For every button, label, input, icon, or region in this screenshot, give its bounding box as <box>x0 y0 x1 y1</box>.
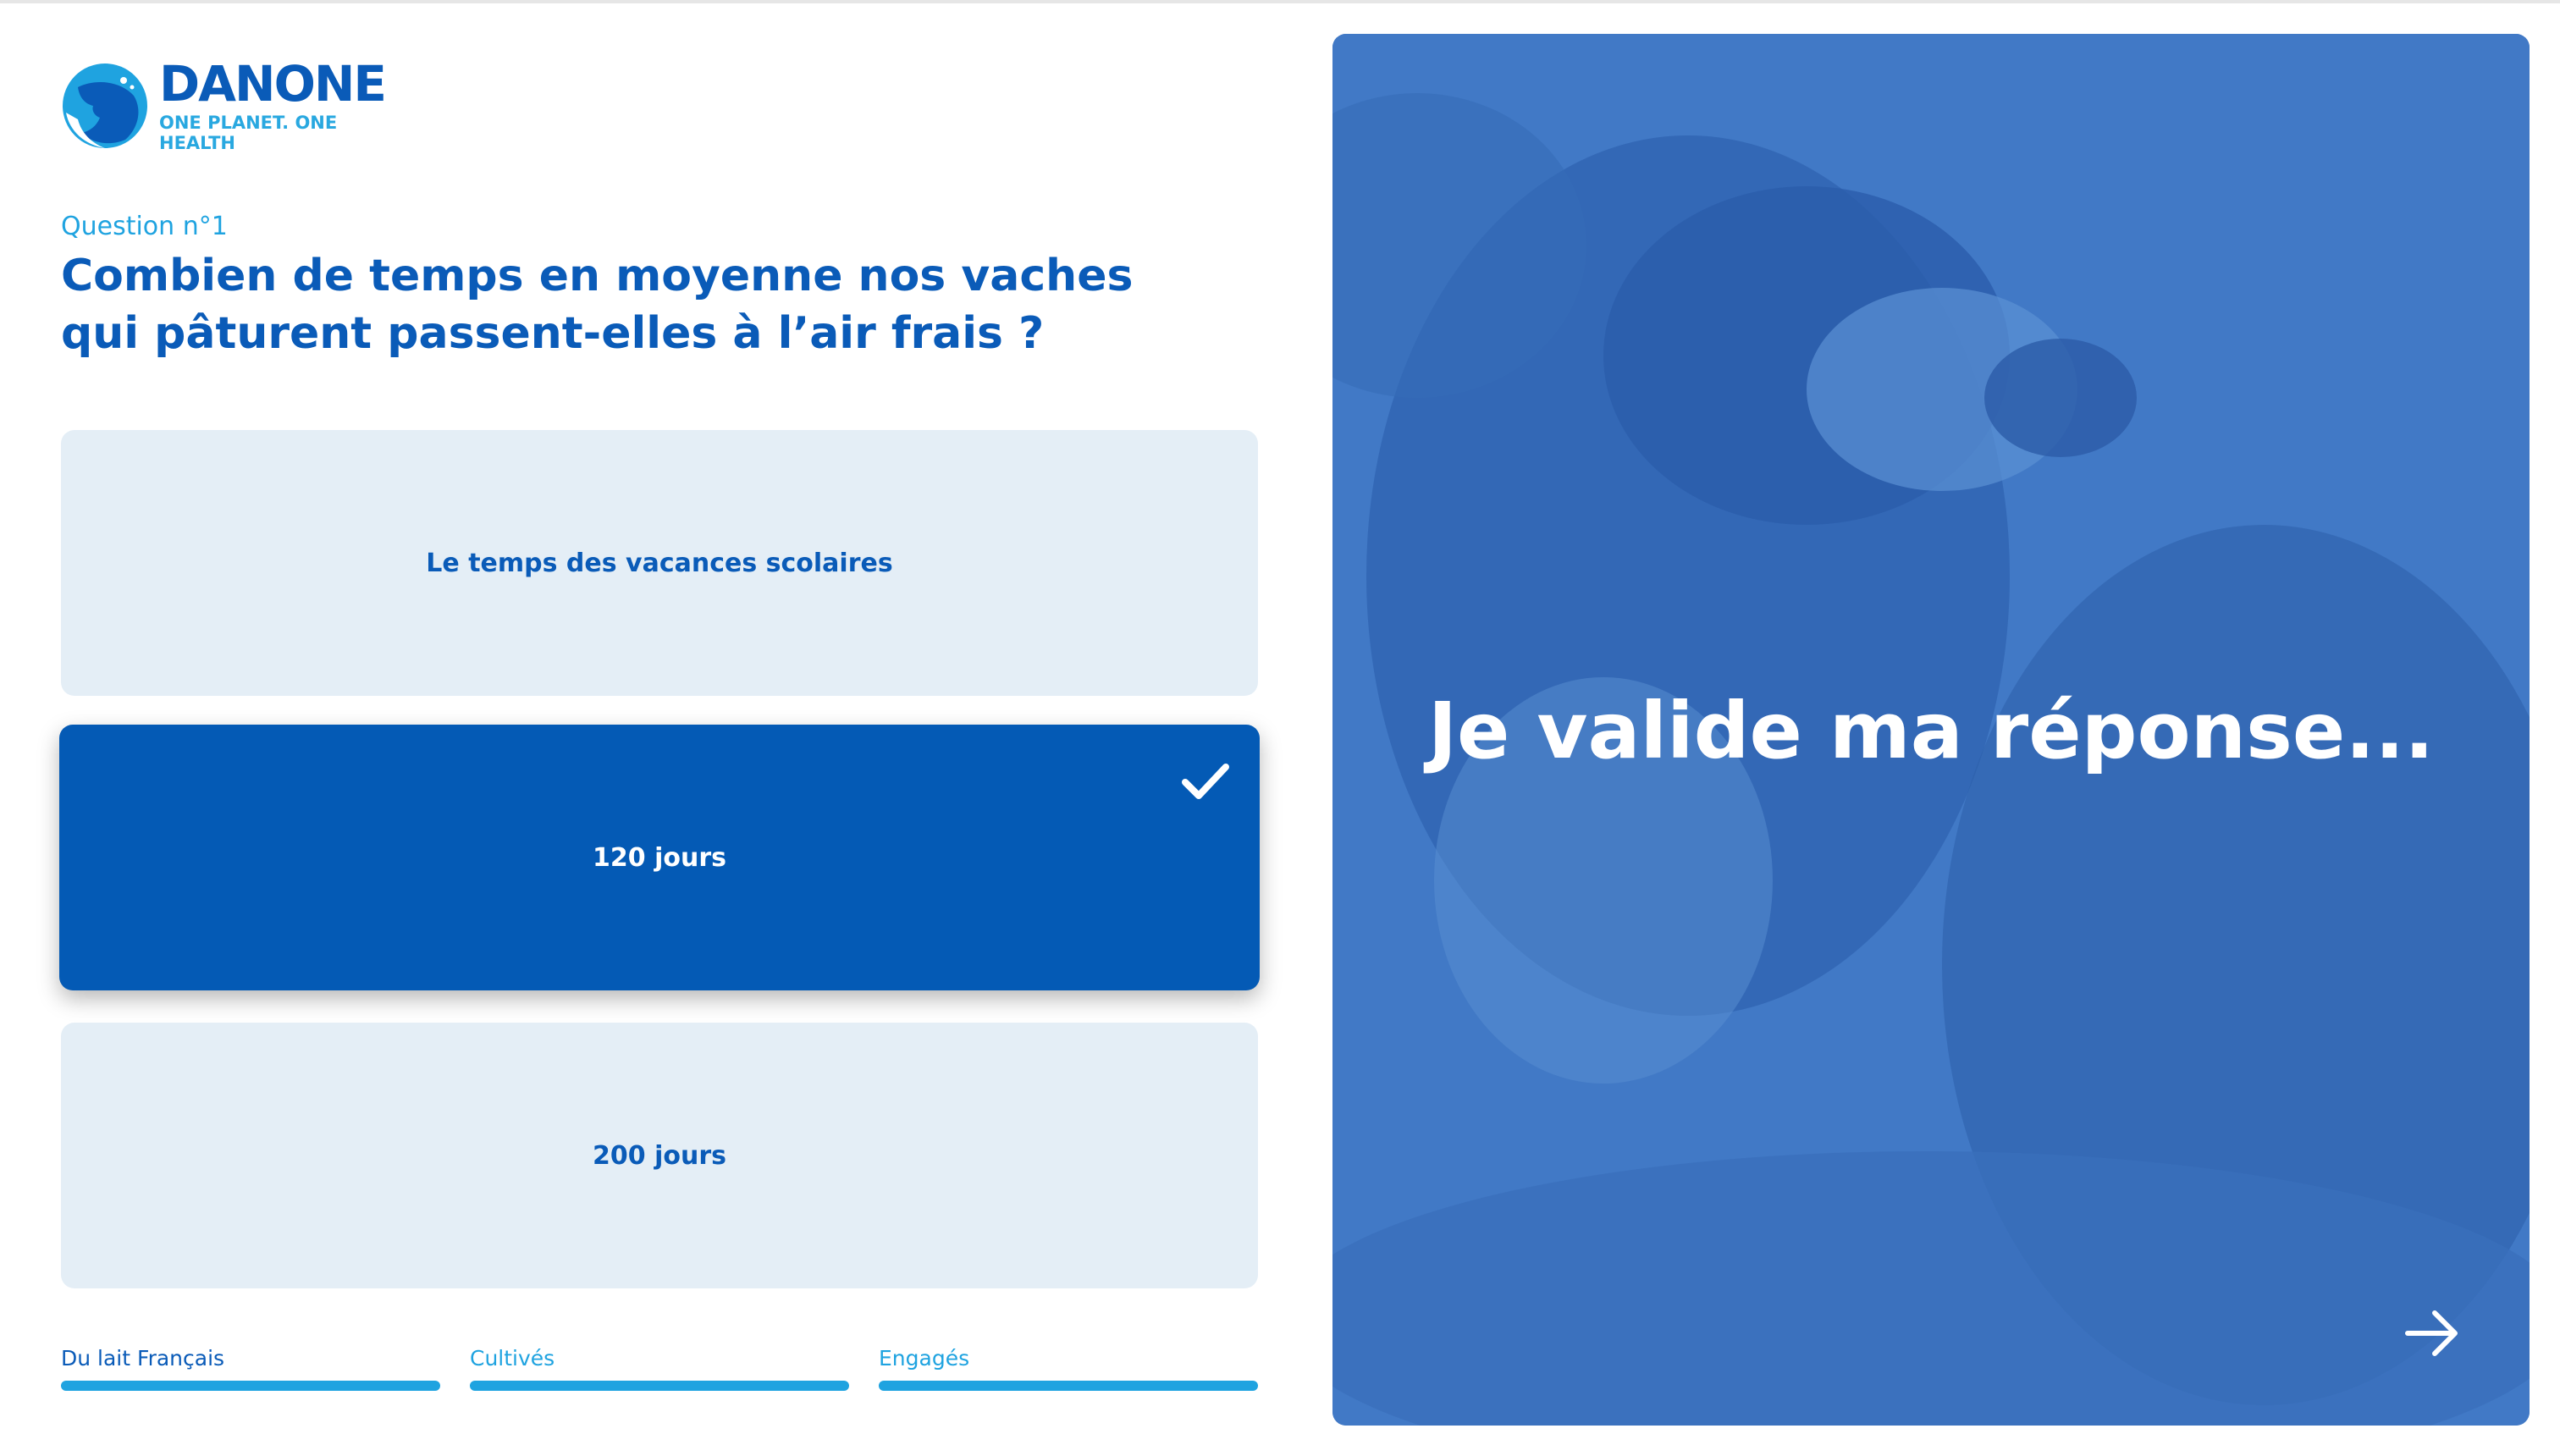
progress-step-1: Du lait Français <box>61 1346 440 1391</box>
answer-option-1[interactable]: Le temps des vacances scolaires <box>61 430 1258 696</box>
brand-tagline: ONE PLANET. ONE HEALTH <box>159 113 338 153</box>
answer-option-3[interactable]: 200 jours <box>61 1023 1258 1288</box>
answer-option-2[interactable]: 120 jours <box>59 725 1260 990</box>
answer-panel: Je valide ma réponse... <box>1332 34 2530 1426</box>
progress-bar <box>879 1381 1258 1391</box>
brand-name: DANONE <box>159 55 387 113</box>
progress-bar <box>61 1381 440 1391</box>
checkmark-icon <box>1182 764 1229 799</box>
progress-step-label: Cultivés <box>470 1346 555 1371</box>
quiz-column: DANONE ONE PLANET. ONE HEALTH Question n… <box>59 0 1260 1456</box>
progress-step-2: Cultivés <box>470 1346 849 1391</box>
progress-step-3: Engagés <box>879 1346 1258 1391</box>
question-number: Question n°1 <box>61 212 228 241</box>
progress-step-label: Engagés <box>879 1346 970 1371</box>
answer-label: 120 jours <box>593 842 726 873</box>
arrow-right-icon[interactable] <box>2403 1304 2462 1363</box>
panel-message: Je valide ma réponse... <box>1427 686 2435 776</box>
answer-label: Le temps des vacances scolaires <box>426 548 893 578</box>
answer-label: 200 jours <box>593 1140 726 1171</box>
question-title: Combien de temps en moyenne nos vaches q… <box>61 251 1134 359</box>
progress-step-label: Du lait Français <box>61 1346 225 1371</box>
danone-logo-mark-icon <box>61 62 149 150</box>
danone-logo[interactable]: DANONE ONE PLANET. ONE HEALTH <box>61 55 417 153</box>
progress-bar <box>470 1381 849 1391</box>
